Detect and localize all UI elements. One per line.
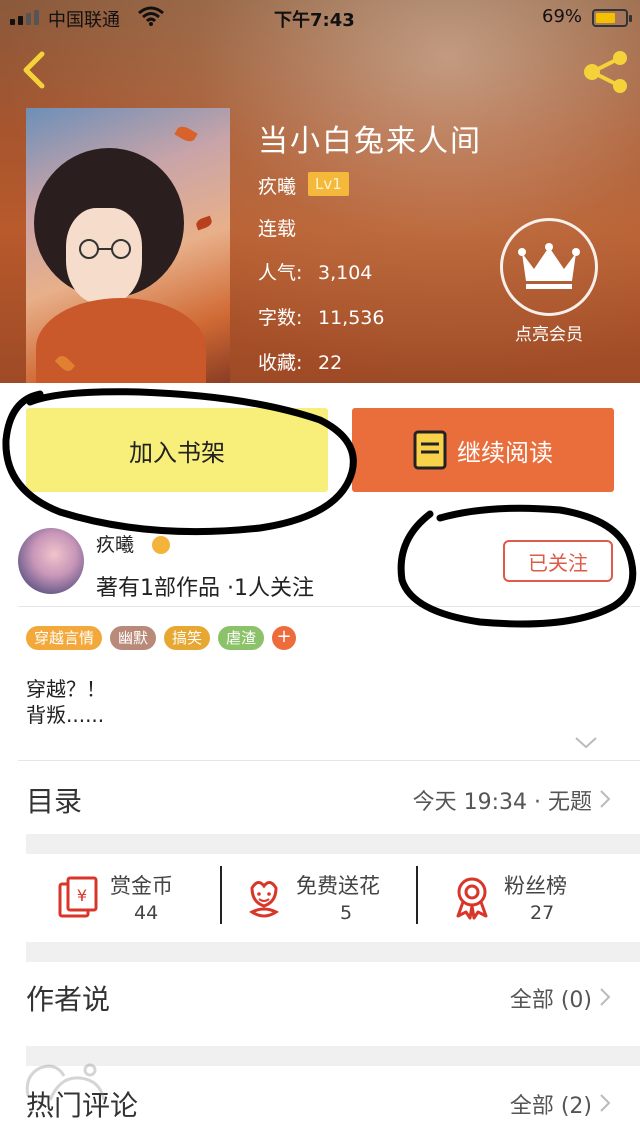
svg-text:¥: ¥ (77, 886, 87, 905)
battery-icon (592, 9, 632, 27)
author-level-badge: Lv1 (308, 172, 349, 196)
wifi-icon (138, 6, 164, 26)
tag-chip[interactable]: 虐渣 (218, 626, 265, 650)
medal-icon (456, 877, 488, 920)
author-row-name: 疚曦 (96, 534, 135, 556)
divider (18, 760, 640, 761)
book-description: 穿越？！ 背叛...... (26, 677, 106, 727)
send-flower-button[interactable]: 免费送花 5 (244, 862, 404, 936)
hot-comments-row[interactable]: 热门评论 全部 (2) (0, 1066, 640, 1138)
book-header: 中国联通 下午7:43 69% 当小白兔来人间 疚曦 Lv1 连载 人气: 3,… (0, 0, 640, 383)
add-to-shelf-button[interactable]: 加入书架 (26, 408, 328, 492)
reward-coins-button[interactable]: ¥ 赏金币 44 (58, 862, 198, 936)
expand-chevron-icon[interactable] (572, 734, 600, 752)
interaction-stats: ¥ 赏金币 44 免费送花 5 粉丝榜 27 (0, 856, 640, 940)
stat-divider (416, 866, 418, 924)
crown-icon (518, 243, 580, 289)
popularity-stat: 人气: 3,104 (258, 262, 373, 284)
carrier-label: 中国联通 (48, 10, 120, 31)
tag-chip[interactable]: 穿越言情 (26, 626, 103, 650)
tag-chip[interactable]: 搞笑 (164, 626, 211, 650)
word-count-stat: 字数: 11,536 (258, 307, 385, 329)
red-envelope-icon: ¥ (58, 876, 98, 918)
favorites-stat: 收藏: 22 (258, 352, 343, 374)
author-says-title: 作者说 (26, 983, 111, 1016)
tag-chip[interactable]: 幽默 (110, 626, 157, 650)
author-name[interactable]: 疚曦 (258, 172, 296, 199)
add-tag-button[interactable]: + (272, 626, 297, 650)
vip-label: 点亮会员 (515, 325, 583, 345)
follow-button[interactable]: 已关注 (503, 540, 613, 582)
book-cover[interactable] (26, 108, 230, 383)
divider (18, 606, 640, 607)
book-icon (413, 430, 447, 470)
chevron-right-icon (600, 988, 611, 1006)
signal-icon (10, 10, 39, 25)
clock: 下午7:43 (274, 10, 355, 31)
serial-status: 连载 (258, 218, 297, 240)
section-gap (26, 942, 640, 962)
chevron-right-icon (600, 790, 611, 808)
book-title: 当小白兔来人间 (258, 124, 482, 159)
latest-chapter: 今天 19:34 · 无题 (412, 790, 592, 815)
stat-divider (220, 866, 222, 924)
author-says-row[interactable]: 作者说 全部 (0) (0, 960, 640, 1032)
tag-list: 穿越言情 幽默 搞笑 虐渣 + (26, 626, 297, 650)
battery-percent: 69% (542, 6, 583, 27)
fan-ranking-button[interactable]: 粉丝榜 27 (452, 862, 592, 936)
back-arrow-icon[interactable] (16, 48, 52, 92)
hot-comments-title: 热门评论 (26, 1089, 139, 1122)
author-works-info: 著有1部作品 ·1人关注 (96, 576, 314, 601)
share-icon[interactable] (582, 50, 630, 94)
author-says-count: 全部 (0) (509, 988, 592, 1013)
vip-button[interactable]: 点亮会员 (500, 218, 598, 345)
catalog-title: 目录 (26, 785, 83, 818)
avatar[interactable] (18, 528, 84, 594)
hot-comments-count: 全部 (2) (509, 1094, 592, 1119)
chevron-right-icon (600, 1094, 611, 1112)
section-gap (26, 834, 640, 854)
catalog-row[interactable]: 目录 今天 19:34 · 无题 (0, 762, 640, 834)
status-bar: 中国联通 下午7:43 69% (0, 0, 640, 36)
section-gap (26, 1046, 640, 1066)
author-badge-icon (150, 534, 172, 556)
flower-icon (249, 881, 279, 918)
continue-reading-button[interactable]: 继续阅读 (352, 408, 614, 492)
